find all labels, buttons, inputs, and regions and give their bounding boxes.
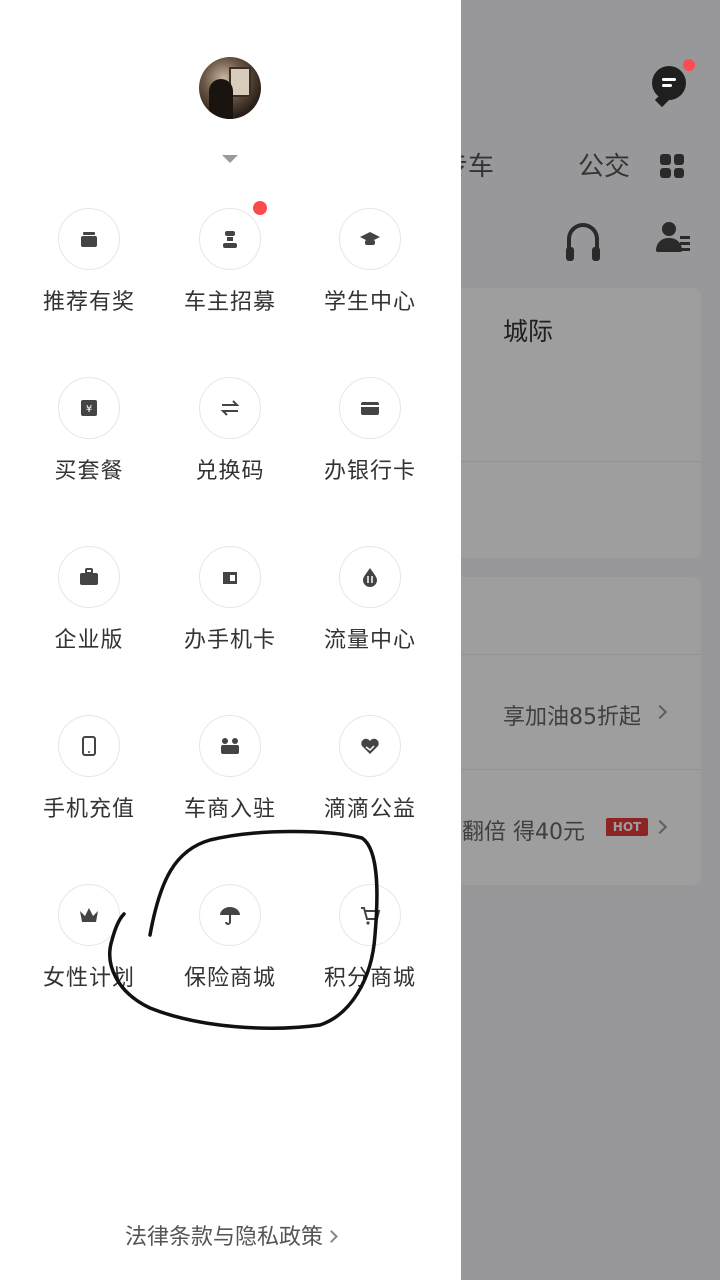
sim-card-icon <box>199 546 261 608</box>
charity-heart-icon <box>339 715 401 777</box>
menu-item-label: 积分商城 <box>323 966 416 991</box>
menu-item-label: 流量中心 <box>323 628 416 653</box>
menu-item[interactable]: 兑换码 <box>160 377 300 507</box>
menu-item-label: 保险商城 <box>183 966 276 991</box>
bank-card-icon <box>339 377 401 439</box>
menu-item-label: 手机充值 <box>42 797 135 822</box>
graduation-cap-icon <box>339 208 401 270</box>
menu-item[interactable]: 推荐有奖 <box>19 208 159 338</box>
menu-item[interactable]: 滴滴公益 <box>300 715 440 845</box>
chevron-right-icon <box>325 1229 338 1243</box>
umbrella-icon <box>199 884 261 946</box>
menu-item[interactable]: 女性计划 <box>19 884 159 1014</box>
avatar[interactable] <box>199 57 261 119</box>
menu-item-label: 滴滴公益 <box>323 797 416 822</box>
menu-item[interactable]: 流量中心 <box>300 546 440 676</box>
menu-item-label: 车主招募 <box>183 290 276 315</box>
menu-item[interactable]: 办银行卡 <box>300 377 440 507</box>
menu-item-label: 买套餐 <box>54 459 124 484</box>
exchange-icon <box>199 377 261 439</box>
driver-icon <box>199 208 261 270</box>
menu-item[interactable]: 办手机卡 <box>160 546 300 676</box>
notification-badge <box>253 201 267 215</box>
menu-item-label: 女性计划 <box>42 966 135 991</box>
menu-item-label: 办手机卡 <box>183 628 276 653</box>
data-drop-icon <box>339 546 401 608</box>
menu-item[interactable]: 手机充值 <box>19 715 159 845</box>
briefcase-icon <box>58 546 120 608</box>
phone-icon <box>58 715 120 777</box>
cart-icon <box>339 884 401 946</box>
caret-down-icon[interactable] <box>222 155 238 163</box>
menu-item[interactable]: ¥ 买套餐 <box>19 377 159 507</box>
menu-item-label: 兑换码 <box>195 459 265 484</box>
menu-item[interactable]: 车商入驻 <box>160 715 300 845</box>
gift-icon <box>58 208 120 270</box>
message-badge <box>683 59 695 71</box>
legal-link[interactable]: 法律条款与隐私政策 <box>0 1219 461 1251</box>
side-drawer: 推荐有奖 车主招募 学生中心 ¥ 买套餐 兑换码 办银行卡企业版 办手机卡 流量中心手机充值 车商… <box>0 0 461 1280</box>
menu-item[interactable]: 车主招募 <box>160 201 300 338</box>
yuan-package-icon: ¥ <box>58 377 120 439</box>
crown-icon <box>58 884 120 946</box>
menu-item[interactable]: 企业版 <box>19 546 159 676</box>
dealer-icon <box>199 715 261 777</box>
menu-item-label: 企业版 <box>54 628 124 653</box>
menu-item[interactable]: 积分商城 <box>300 884 440 1014</box>
menu-item-label: 学生中心 <box>323 290 416 315</box>
legal-link-label: 法律条款与隐私政策 <box>124 1225 323 1250</box>
menu-item-label: 推荐有奖 <box>42 290 135 315</box>
menu-item[interactable]: 学生中心 <box>300 208 440 338</box>
menu-item[interactable]: 保险商城 <box>160 884 300 1014</box>
svg-text:¥: ¥ <box>86 404 92 415</box>
menu-item-label: 办银行卡 <box>323 459 416 484</box>
menu-item-label: 车商入驻 <box>183 797 276 822</box>
